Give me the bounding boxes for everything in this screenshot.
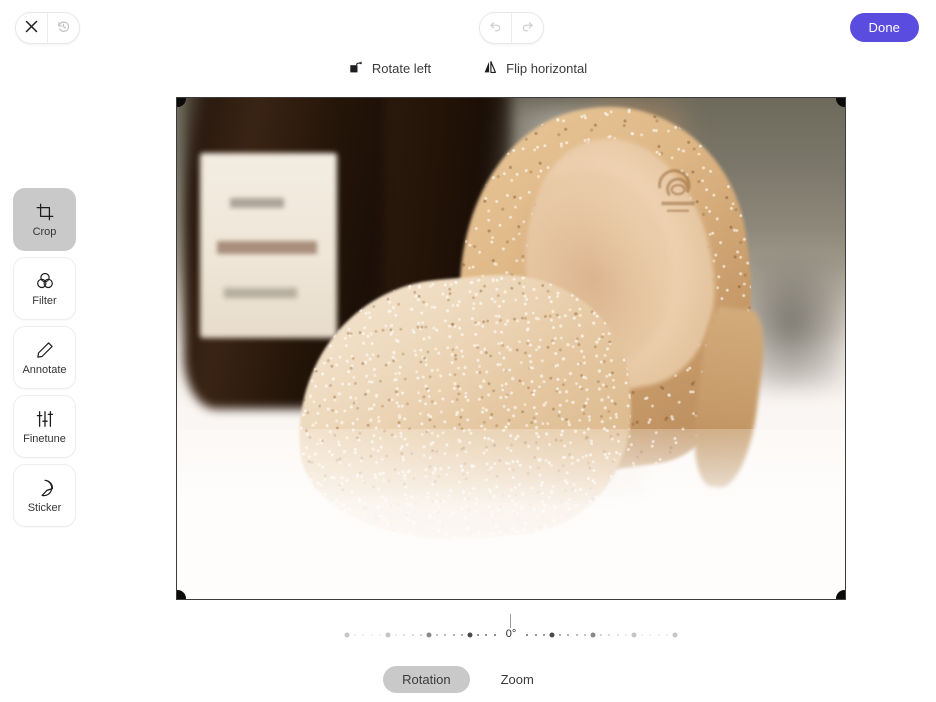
rotation-tick-minor bbox=[453, 634, 455, 636]
filter-circles-icon bbox=[36, 271, 54, 291]
rotation-tick-minor bbox=[362, 634, 364, 636]
rotation-tick-minor bbox=[600, 634, 602, 636]
rotation-tick-minor bbox=[403, 634, 405, 636]
redo-icon bbox=[520, 19, 535, 37]
rotation-tick-major bbox=[632, 633, 637, 638]
rotation-tick-minor bbox=[526, 634, 528, 636]
crop-icon bbox=[36, 202, 54, 222]
sidebar-item-label: Annotate bbox=[22, 365, 66, 376]
undo-icon bbox=[488, 19, 503, 37]
rotation-tick-minor bbox=[584, 634, 586, 636]
sidebar-item-finetune[interactable]: Finetune bbox=[13, 395, 76, 458]
rotate-left-icon bbox=[349, 60, 363, 77]
rotation-tick-minor bbox=[666, 634, 668, 636]
crop-handle-bottom-right[interactable] bbox=[836, 590, 846, 600]
rotation-tick-minor bbox=[494, 634, 496, 636]
rotation-tick-minor bbox=[420, 634, 422, 636]
photo-brand-logo-stamp bbox=[648, 163, 708, 218]
rotation-tick-minor bbox=[658, 634, 660, 636]
history-revert-button[interactable] bbox=[48, 13, 79, 43]
rotation-tick-minor bbox=[649, 634, 651, 636]
photo-bottle-label-line bbox=[230, 198, 283, 208]
sidebar-item-sticker[interactable]: Sticker bbox=[13, 464, 76, 527]
close-icon bbox=[25, 20, 38, 36]
rotation-tick-minor bbox=[617, 634, 619, 636]
rotation-tick-minor bbox=[395, 634, 397, 636]
rotation-tick-minor bbox=[535, 634, 537, 636]
rotation-tick-minor bbox=[567, 634, 569, 636]
rotation-tick-minor bbox=[543, 634, 545, 636]
top-bar: Done bbox=[0, 0, 936, 54]
sidebar-item-label: Filter bbox=[32, 296, 56, 307]
rotation-tick-minor bbox=[608, 634, 610, 636]
tab-rotation[interactable]: Rotation bbox=[383, 666, 469, 693]
done-button[interactable]: Done bbox=[850, 13, 919, 42]
rotation-tick-minor bbox=[477, 634, 479, 636]
sidebar-item-label: Sticker bbox=[28, 503, 62, 514]
rotation-tick-minor bbox=[379, 634, 381, 636]
bottom-tab-bar: Rotation Zoom bbox=[0, 666, 936, 693]
photo-preview bbox=[177, 98, 845, 599]
sidebar-item-label: Finetune bbox=[23, 434, 66, 445]
photo-bottle-label-line bbox=[217, 241, 317, 254]
rotation-tick-minor bbox=[436, 634, 438, 636]
rotation-tick-minor bbox=[559, 634, 561, 636]
tab-zoom[interactable]: Zoom bbox=[482, 666, 553, 693]
photo-bottle-label-line bbox=[224, 288, 297, 298]
rotate-left-label: Rotate left bbox=[372, 61, 431, 76]
photo-white-floor bbox=[177, 429, 845, 599]
crop-frame[interactable] bbox=[176, 97, 846, 600]
rotation-tick-minor bbox=[444, 634, 446, 636]
rotation-tick-minor bbox=[625, 634, 627, 636]
rotation-needle bbox=[510, 614, 511, 629]
sidebar-item-crop[interactable]: Crop bbox=[13, 188, 76, 251]
rotation-tick-major bbox=[591, 633, 596, 638]
rotation-tick-minor bbox=[371, 634, 373, 636]
sticker-icon bbox=[36, 478, 54, 498]
rotation-tick-major bbox=[550, 633, 555, 638]
rotation-slider[interactable]: 0° bbox=[338, 614, 684, 648]
close-history-group bbox=[15, 12, 80, 44]
rotation-tick-major bbox=[345, 633, 350, 638]
rotation-tick-minor bbox=[485, 634, 487, 636]
flip-horizontal-icon bbox=[483, 60, 497, 77]
flip-horizontal-label: Flip horizontal bbox=[506, 61, 587, 76]
transform-toolbar: Rotate left Flip horizontal bbox=[0, 56, 936, 80]
rotation-tick-major bbox=[673, 633, 678, 638]
history-revert-icon bbox=[56, 19, 71, 37]
rotation-tick-minor bbox=[576, 634, 578, 636]
rotation-tick-minor bbox=[641, 634, 643, 636]
rotation-tick-major bbox=[427, 633, 432, 638]
close-button[interactable] bbox=[16, 13, 47, 43]
rotation-value-label: 0° bbox=[503, 628, 520, 641]
image-canvas[interactable] bbox=[176, 97, 846, 600]
rotation-tick-major bbox=[468, 633, 473, 638]
editor-sidebar: Crop Filter Annotate bbox=[13, 188, 74, 527]
rotation-tick-minor bbox=[354, 634, 356, 636]
pencil-icon bbox=[36, 340, 54, 360]
rotation-tick-major bbox=[386, 633, 391, 638]
sidebar-item-annotate[interactable]: Annotate bbox=[13, 326, 76, 389]
sidebar-item-filter[interactable]: Filter bbox=[13, 257, 76, 320]
rotation-tick-minor bbox=[461, 634, 463, 636]
sliders-icon bbox=[36, 409, 54, 429]
rotate-left-button[interactable]: Rotate left bbox=[345, 58, 435, 79]
redo-button[interactable] bbox=[512, 13, 543, 43]
flip-horizontal-button[interactable]: Flip horizontal bbox=[479, 58, 591, 79]
sidebar-item-label: Crop bbox=[33, 227, 57, 238]
rotation-tick-minor bbox=[412, 634, 414, 636]
undo-button[interactable] bbox=[480, 13, 511, 43]
undo-redo-group bbox=[479, 12, 544, 44]
